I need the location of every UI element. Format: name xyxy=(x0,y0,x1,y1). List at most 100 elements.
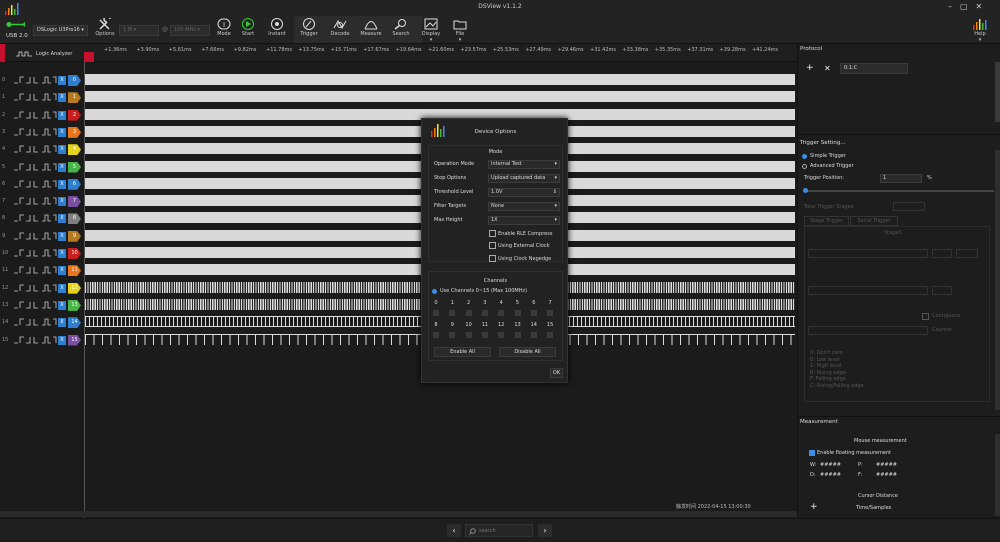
operation-mode-select[interactable]: Internal Test ▾ xyxy=(488,160,560,169)
trigger-scrollbar[interactable] xyxy=(995,150,1000,410)
channel-trigger-x-icon[interactable]: X xyxy=(58,283,66,293)
channel-enable-checkbox[interactable] xyxy=(547,332,554,338)
channel-badge[interactable]: 0 xyxy=(68,75,81,86)
channel-badge[interactable]: 5 xyxy=(68,161,81,173)
file-button[interactable]: File ▾ xyxy=(449,18,471,43)
channel-trigger-x-icon[interactable]: X xyxy=(58,197,66,207)
start-button[interactable]: Start xyxy=(238,18,258,42)
channel-enable-checkbox[interactable] xyxy=(514,310,521,316)
search-prev-button[interactable]: ‹ xyxy=(447,524,461,537)
trigger-position-input[interactable]: 1 xyxy=(880,174,922,183)
channel-trigger-x-icon[interactable]: X xyxy=(58,231,66,241)
channel-badge[interactable]: 1 xyxy=(68,92,81,104)
channel-enable-checkbox[interactable] xyxy=(481,310,488,316)
use-channels-radio[interactable] xyxy=(432,289,437,294)
channel-label[interactable]: 99X xyxy=(0,229,84,244)
threshold-spinbox[interactable]: 1.0V ⇕ xyxy=(488,188,560,197)
cursor-flag[interactable] xyxy=(84,52,94,62)
stage-logic-select-1[interactable] xyxy=(932,249,952,258)
trigger-edge-icons[interactable] xyxy=(14,318,58,326)
external-clock-checkbox[interactable] xyxy=(489,242,496,249)
trigger-edge-icons[interactable] xyxy=(14,197,58,205)
trigger-edge-icons[interactable] xyxy=(14,214,58,222)
channel-label[interactable]: 66X xyxy=(0,177,84,192)
trigger-edge-icons[interactable] xyxy=(14,266,58,274)
channel-trigger-x-icon[interactable]: X xyxy=(58,93,66,103)
channel-enable-checkbox[interactable] xyxy=(498,310,505,316)
device-select[interactable]: DSLogic U3Pro16 ▾ xyxy=(33,25,88,36)
trigger-edge-icons[interactable] xyxy=(14,336,58,344)
trigger-position-slider[interactable] xyxy=(804,190,994,192)
trigger-edge-icons[interactable] xyxy=(14,163,58,171)
channel-label[interactable]: 10 10 X xyxy=(0,246,84,261)
channel-enable-checkbox[interactable] xyxy=(449,310,456,316)
channel-badge[interactable]: 13 xyxy=(68,299,81,311)
channel-trigger-x-icon[interactable]: X xyxy=(58,162,66,172)
channel-label[interactable]: 14 14 X xyxy=(0,315,84,330)
channel-badge[interactable]: 12 xyxy=(68,282,81,294)
trigger-edge-icons[interactable] xyxy=(14,93,58,101)
channel-label[interactable]: 33X xyxy=(0,125,84,140)
stage-logic-select-2[interactable] xyxy=(932,286,952,295)
instant-button[interactable]: Instant xyxy=(265,18,289,42)
channel-badge[interactable]: 8 xyxy=(68,213,81,225)
channel-label[interactable]: 15 15 X xyxy=(0,333,84,348)
trigger-position-slider-handle[interactable] xyxy=(803,188,808,193)
sample-rate-select[interactable]: 100 MHz ▾ xyxy=(170,25,210,36)
max-height-select[interactable]: 1X ▾ xyxy=(488,216,560,225)
channel-trigger-x-icon[interactable]: X xyxy=(58,214,66,224)
time-ruler[interactable]: Logic Analyzer +1.36ms +3.90ms +5.61ms +7.6… xyxy=(0,44,797,62)
channel-enable-checkbox[interactable] xyxy=(433,332,439,338)
channel-trigger-x-icon[interactable]: X xyxy=(58,249,66,258)
stage-type-select-1[interactable] xyxy=(956,249,978,258)
serial-trigger-tab[interactable]: Serial Trigger xyxy=(850,216,898,226)
filter-targets-select[interactable]: None ▾ xyxy=(488,202,560,211)
enable-floating-checkbox[interactable] xyxy=(809,450,815,456)
add-protocol-icon[interactable]: + xyxy=(806,63,814,73)
trigger-button[interactable]: Trigger xyxy=(297,18,321,42)
measurement-scrollbar[interactable] xyxy=(995,434,1000,516)
channel-label[interactable]: 88X xyxy=(0,211,84,226)
channel-enable-checkbox[interactable] xyxy=(465,332,472,338)
channel-badge[interactable]: 14 xyxy=(68,317,81,329)
simple-trigger-radio[interactable] xyxy=(802,154,807,159)
trigger-edge-icons[interactable] xyxy=(14,76,58,84)
channel-enable-checkbox[interactable] xyxy=(433,310,439,316)
measure-button[interactable]: Measure xyxy=(358,18,384,42)
trigger-edge-icons[interactable] xyxy=(14,128,58,136)
decode-button[interactable]: Decode xyxy=(328,18,352,42)
trigger-edge-icons[interactable] xyxy=(14,301,58,309)
stage-value-field-1[interactable] xyxy=(808,249,928,258)
channel-badge[interactable]: 6 xyxy=(68,178,81,190)
channel-enable-checkbox[interactable] xyxy=(547,310,554,316)
channel-trigger-x-icon[interactable]: X xyxy=(58,179,66,189)
channel-label[interactable]: 12 12 X xyxy=(0,281,84,296)
stop-options-select[interactable]: Upload captured data ▾ xyxy=(488,174,560,183)
remove-protocol-icon[interactable]: ✕ xyxy=(824,64,831,73)
channel-trigger-x-icon[interactable]: X xyxy=(58,76,66,85)
counter-field[interactable] xyxy=(808,326,928,335)
search-input[interactable] xyxy=(479,526,531,535)
channel-label[interactable]: 77X xyxy=(0,194,84,209)
trigger-edge-icons[interactable] xyxy=(14,111,58,119)
sample-count-select[interactable]: 1 M ▾ xyxy=(119,25,159,36)
total-stages-select[interactable] xyxy=(893,202,925,211)
channel-badge[interactable]: 15 xyxy=(68,334,81,346)
help-button[interactable]: Help ▾ xyxy=(968,18,992,43)
search-button[interactable]: Search xyxy=(389,18,413,42)
channel-enable-checkbox[interactable] xyxy=(465,310,472,316)
rle-compress-checkbox[interactable] xyxy=(489,230,496,237)
channel-label[interactable]: 55X xyxy=(0,160,84,175)
window-controls[interactable]: –▢✕ xyxy=(948,2,990,11)
protocol-scrollbar[interactable] xyxy=(995,62,1000,122)
horizontal-scrollbar[interactable] xyxy=(0,511,797,517)
contiguous-checkbox[interactable] xyxy=(922,313,929,320)
trigger-edge-icons[interactable] xyxy=(14,249,58,257)
trigger-edge-icons[interactable] xyxy=(14,180,58,188)
channel-trigger-x-icon[interactable]: X xyxy=(58,266,66,276)
protocol-select[interactable]: 0:1:C xyxy=(840,63,908,74)
channel-trigger-x-icon[interactable]: X xyxy=(58,335,66,345)
channel-badge[interactable]: 7 xyxy=(68,196,81,208)
clock-negedge-checkbox[interactable] xyxy=(489,255,496,262)
channel-badge[interactable]: 10 xyxy=(68,248,81,259)
